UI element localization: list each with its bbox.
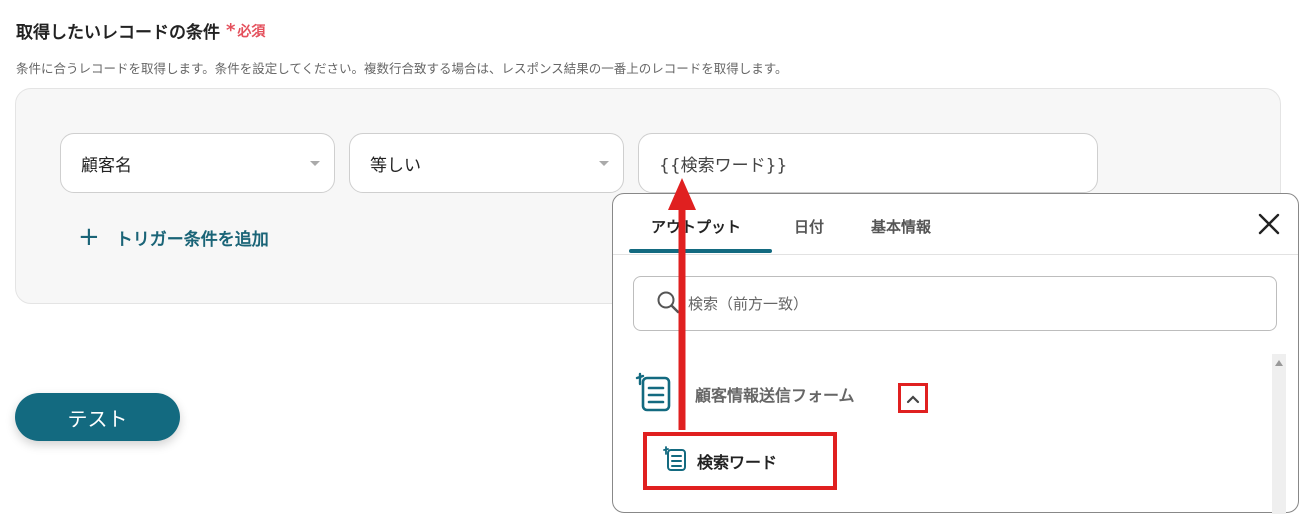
- tabs-divider: [613, 254, 1298, 255]
- search-icon: [656, 290, 680, 318]
- chevron-down-icon: [599, 161, 609, 166]
- form-icon: [635, 372, 673, 416]
- section-title-text: 取得したいレコードの条件: [16, 23, 220, 43]
- scrollbar[interactable]: [1272, 354, 1286, 514]
- scroll-up-icon[interactable]: [1275, 360, 1283, 366]
- required-label: 必須: [237, 23, 266, 40]
- search-input[interactable]: 検索（前方一致）: [633, 276, 1277, 331]
- form-icon: [663, 446, 687, 476]
- add-condition-label: トリガー条件を追加: [115, 229, 269, 250]
- section-description: 条件に合うレコードを取得します。条件を設定してください。複数行合致する場合は、レ…: [16, 61, 788, 76]
- tab-output[interactable]: アウトプット: [651, 216, 741, 237]
- test-button[interactable]: テスト: [15, 393, 180, 441]
- tab-date[interactable]: 日付: [794, 216, 824, 237]
- required-mark: *: [226, 20, 236, 41]
- search-placeholder: 検索（前方一致）: [688, 295, 809, 313]
- collapse-group-button[interactable]: [898, 383, 928, 413]
- form-group-label: 顧客情報送信フォーム: [695, 386, 855, 405]
- section-title: 取得したいレコードの条件 * 必須: [16, 18, 265, 43]
- close-icon[interactable]: [1258, 212, 1280, 240]
- value-input-text: {{検索ワード}}: [659, 155, 788, 176]
- value-input[interactable]: {{検索ワード}}: [638, 133, 1098, 193]
- output-item-search-word[interactable]: 検索ワード: [643, 432, 837, 490]
- field-select[interactable]: 顧客名: [60, 133, 335, 193]
- chevron-down-icon: [310, 161, 320, 166]
- add-condition-button[interactable]: + トリガー条件を追加: [78, 224, 269, 250]
- chevron-up-icon: [906, 389, 920, 408]
- tab-basic-info[interactable]: 基本情報: [871, 216, 931, 237]
- active-tab-indicator: [629, 249, 772, 253]
- form-group-row: 顧客情報送信フォーム: [635, 372, 855, 416]
- output-item-label: 検索ワード: [697, 453, 778, 472]
- field-select-value: 顧客名: [81, 155, 132, 176]
- output-picker-popup: アウトプット 日付 基本情報 検索（前方一致） 顧客情報送信フォーム 検索ワード: [612, 193, 1299, 514]
- operator-select[interactable]: 等しい: [349, 133, 624, 193]
- operator-select-value: 等しい: [370, 155, 421, 176]
- plus-icon: +: [78, 222, 100, 252]
